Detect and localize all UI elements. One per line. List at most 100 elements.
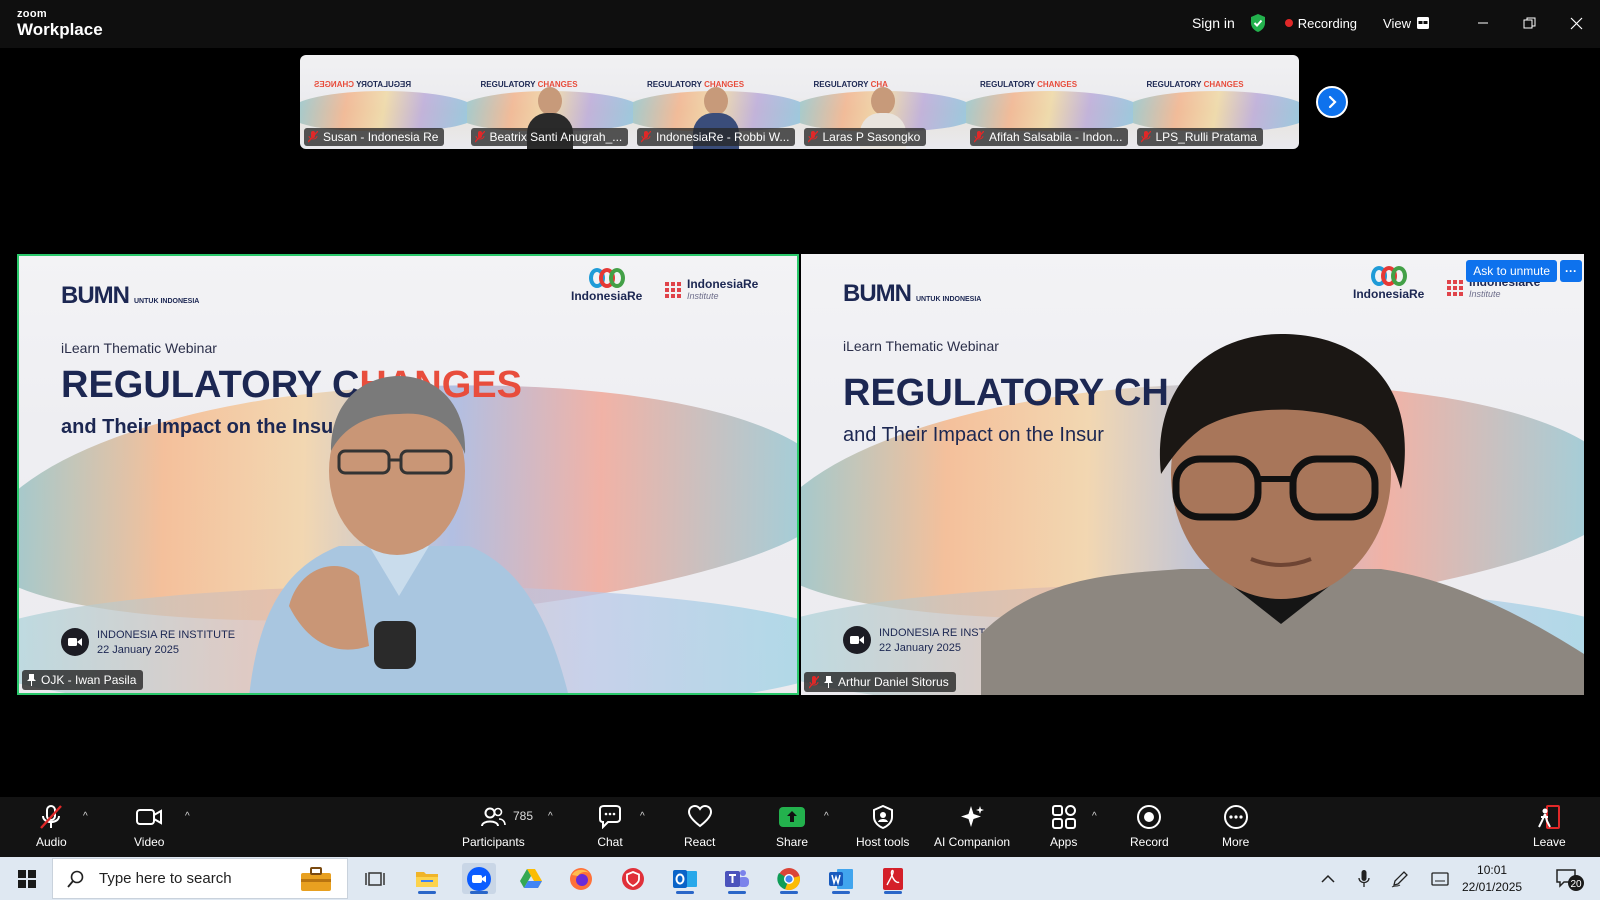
thumbnail-slide-title: REGULATORY CHANGES — [980, 80, 1077, 89]
camera-icon — [61, 628, 89, 656]
thumbnail-name-label: IndonesiaRe - Robbi W... — [637, 128, 795, 146]
participant-thumbnail[interactable]: REGULATORY CHANGES IndonesiaRe - Robbi W.… — [633, 55, 800, 149]
start-button[interactable] — [10, 863, 44, 894]
microphone-tray-button[interactable] — [1352, 863, 1376, 894]
video-button[interactable]: Video — [134, 803, 164, 849]
clock-date: 22/01/2025 — [1462, 880, 1523, 894]
chat-bubble-icon — [599, 805, 621, 829]
muted-mic-icon — [974, 131, 984, 143]
taskbar-search-box[interactable]: Type here to search — [52, 858, 348, 899]
participants-options-caret-icon[interactable]: ^ — [548, 811, 553, 822]
muted-mic-icon — [807, 131, 818, 143]
video-tile-active-speaker[interactable]: BUMN UNTUK INDONESIA IndonesiaRe Indonesi… — [17, 254, 799, 695]
show-hidden-icons-button[interactable] — [1316, 863, 1340, 894]
sign-in-link[interactable]: Sign in — [1192, 15, 1235, 31]
thumbnail-title-accent: CHANGES — [314, 80, 355, 89]
restore-button[interactable] — [1506, 0, 1553, 46]
zoom-taskbar-button[interactable] — [462, 863, 496, 894]
notification-center-button[interactable]: 20 — [1556, 868, 1586, 897]
leave-button[interactable]: Leave — [1533, 803, 1566, 849]
chrome-button[interactable] — [772, 863, 806, 894]
touch-keyboard-button[interactable] — [1428, 863, 1452, 894]
bumn-logo-subtext: UNTUK INDONESIA — [134, 298, 200, 305]
security-shield-icon[interactable] — [1249, 13, 1267, 33]
participant-thumbnail[interactable]: REGULATORY CHA Laras P Sasongko — [799, 55, 966, 149]
task-view-icon — [365, 871, 385, 886]
apps-options-caret-icon[interactable]: ^ — [1092, 811, 1097, 822]
running-indicator — [780, 891, 798, 894]
slide-webinar-label: iLearn Thematic Webinar — [61, 340, 217, 356]
pen-tray-button[interactable] — [1388, 863, 1412, 894]
heart-icon — [687, 805, 712, 828]
chat-options-caret-icon[interactable]: ^ — [640, 811, 645, 822]
minimize-button[interactable] — [1459, 0, 1506, 46]
thumbnail-participant-name: Afifah Salsabila - Indon... — [989, 130, 1123, 144]
task-view-button[interactable] — [358, 863, 392, 894]
share-button[interactable]: Share — [776, 803, 808, 849]
institute-logo-sub: Institute — [687, 291, 719, 301]
close-button[interactable] — [1553, 0, 1600, 46]
apps-button[interactable]: Apps — [1050, 803, 1077, 849]
recording-indicator[interactable]: Recording — [1284, 16, 1357, 31]
logo-top: zoom — [17, 8, 47, 20]
thumbnail-name-label: Afifah Salsabila - Indon... — [970, 128, 1128, 146]
share-label: Share — [776, 835, 809, 849]
teams-button[interactable] — [720, 863, 754, 894]
word-icon — [829, 868, 853, 889]
ask-to-unmute-button[interactable]: Ask to unmute — [1466, 260, 1557, 282]
participant-thumbnail-strip: REGULATORY CHANGES Susan - Indonesia Re RE… — [300, 55, 1299, 149]
file-explorer-button[interactable] — [410, 863, 444, 894]
shield-icon — [872, 805, 893, 829]
participant-thumbnail[interactable]: REGULATORY CHANGES Beatrix Santi Anugrah_… — [466, 55, 633, 149]
acrobat-button[interactable] — [876, 863, 910, 894]
more-button[interactable]: More — [1222, 803, 1249, 849]
host-tools-label: Host tools — [856, 835, 910, 849]
running-indicator — [884, 891, 902, 894]
audio-options-caret-icon[interactable]: ^ — [83, 811, 88, 822]
bumn-logo-text: BUMN — [843, 280, 912, 307]
record-label: Record — [1130, 835, 1169, 849]
next-page-button[interactable] — [1316, 86, 1348, 118]
word-button[interactable] — [824, 863, 858, 894]
firefox-button[interactable] — [564, 863, 598, 894]
audio-button[interactable]: Audio — [36, 803, 67, 849]
clock-time: 10:01 — [1477, 863, 1508, 877]
participant-thumbnail[interactable]: REGULATORY CHANGES Afifah Salsabila - Ind… — [966, 55, 1133, 149]
bumn-logo-text: BUMN — [61, 282, 130, 309]
participant-thumbnail[interactable]: REGULATORY CHANGES LPS_Rulli Pratama — [1132, 55, 1299, 149]
security-app-button[interactable] — [616, 863, 650, 894]
thumbnail-participant-name: Laras P Sasongko — [822, 130, 921, 144]
close-icon — [1570, 17, 1583, 29]
share-options-caret-icon[interactable]: ^ — [824, 811, 829, 822]
speaker-video-iwan — [249, 376, 568, 693]
record-icon — [1137, 805, 1162, 829]
speaker-video-arthur — [981, 334, 1584, 695]
participant-thumbnail[interactable]: REGULATORY CHANGES Susan - Indonesia Re — [300, 55, 467, 149]
running-indicator — [832, 891, 850, 894]
thumbnail-title-accent: CHANGES — [1037, 80, 1078, 89]
ai-companion-button[interactable]: AI Companion — [934, 803, 1010, 849]
leave-label: Leave — [1533, 835, 1566, 849]
google-drive-button[interactable] — [514, 863, 548, 894]
thumbnail-participant-name: IndonesiaRe - Robbi W... — [656, 130, 790, 144]
teams-icon — [725, 869, 749, 887]
outlook-button[interactable] — [668, 863, 702, 894]
briefcase-icon — [301, 866, 331, 891]
ai-companion-label: AI Companion — [934, 835, 1011, 849]
record-button[interactable]: Record — [1130, 803, 1169, 849]
react-button[interactable]: React — [684, 803, 715, 849]
host-tools-button[interactable]: Host tools — [856, 803, 909, 849]
muted-mic-icon — [641, 131, 651, 143]
video-options-caret-icon[interactable]: ^ — [185, 811, 190, 822]
view-button[interactable]: View — [1383, 16, 1429, 31]
logo-bottom: Workplace — [17, 20, 103, 39]
chat-button[interactable]: Chat — [597, 803, 623, 849]
running-indicator — [676, 891, 694, 894]
notification-icon: 20 — [1556, 869, 1584, 891]
indonesiare-institute-logo: IndonesiaRe Institute — [665, 278, 758, 302]
tile-more-options-button[interactable]: ··· — [1560, 260, 1582, 282]
taskbar-clock[interactable]: 10:01 22/01/2025 — [1462, 862, 1522, 896]
video-tile-participant[interactable]: BUMN UNTUK INDONESIA IndonesiaRe Indonesi… — [801, 254, 1584, 695]
participants-icon — [481, 807, 507, 827]
event-date: 22 January 2025 — [97, 643, 179, 656]
